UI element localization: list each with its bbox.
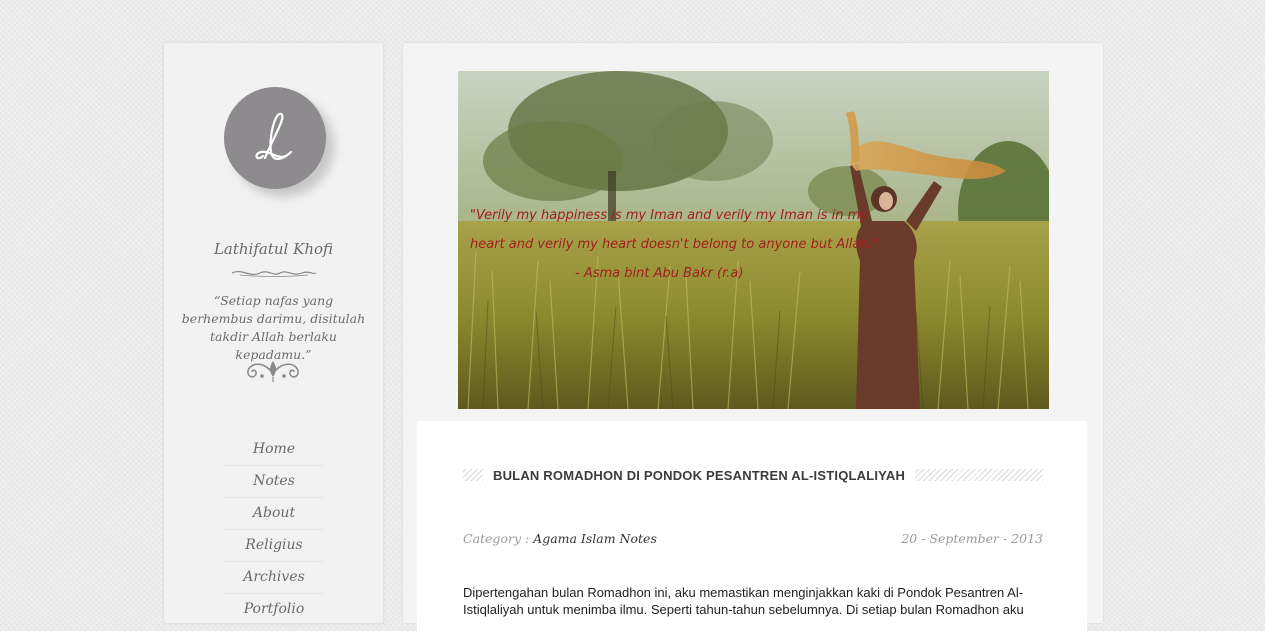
nav-item-religius[interactable]: Religius (224, 530, 324, 562)
site-tagline: “Setiap nafas yang berhembus darimu, dis… (181, 293, 366, 362)
nav-item-about[interactable]: About (224, 498, 324, 530)
hero-quote-line: heart and verily my heart doesn't belong… (470, 237, 879, 252)
site-logo[interactable] (224, 87, 326, 189)
site-title[interactable]: Lathifatul Khofi (164, 240, 383, 258)
hero-quote: "Verily my happiness is my Iman and veri… (470, 201, 879, 288)
category-label: Category : (463, 531, 530, 546)
post-title[interactable]: BULAN ROMADHON DI PONDOK PESANTREN AL-IS… (483, 468, 915, 483)
nav-item-archives[interactable]: Archives (224, 562, 324, 594)
post-meta: Category : Agama Islam Notes 20 - Septem… (463, 531, 1043, 546)
sidebar: Lathifatul Khofi “Setiap nafas yang berh… (163, 42, 384, 626)
script-l-icon (255, 112, 293, 160)
nav-item-home[interactable]: Home (224, 434, 324, 466)
post-card: BULAN ROMADHON DI PONDOK PESANTREN AL-IS… (417, 421, 1087, 631)
nav-item-portfolio[interactable]: Portfolio (224, 594, 324, 626)
hatch-decoration (463, 469, 483, 481)
post-body: Dipertengahan bulan Romadhon ini, aku me… (463, 585, 1024, 617)
ornament-divider-icon (247, 361, 299, 382)
hero-banner-image: "Verily my happiness is my Iman and veri… (458, 71, 1049, 409)
nav-item-notes[interactable]: Notes (224, 466, 324, 498)
post-title-row: BULAN ROMADHON DI PONDOK PESANTREN AL-IS… (463, 467, 1043, 483)
hero-quote-attribution: - Asma bint Abu Bakr (r.a) (575, 266, 744, 281)
main-nav: Home Notes About Religius Archives Portf… (224, 434, 324, 626)
category-link[interactable]: Agama Islam Notes (533, 531, 657, 546)
flourish-divider-icon (231, 270, 317, 277)
post-date: 20 - September - 2013 (901, 531, 1043, 546)
hatch-decoration (915, 469, 1043, 481)
hero-quote-line: "Verily my happiness is my Iman and veri… (470, 208, 868, 223)
